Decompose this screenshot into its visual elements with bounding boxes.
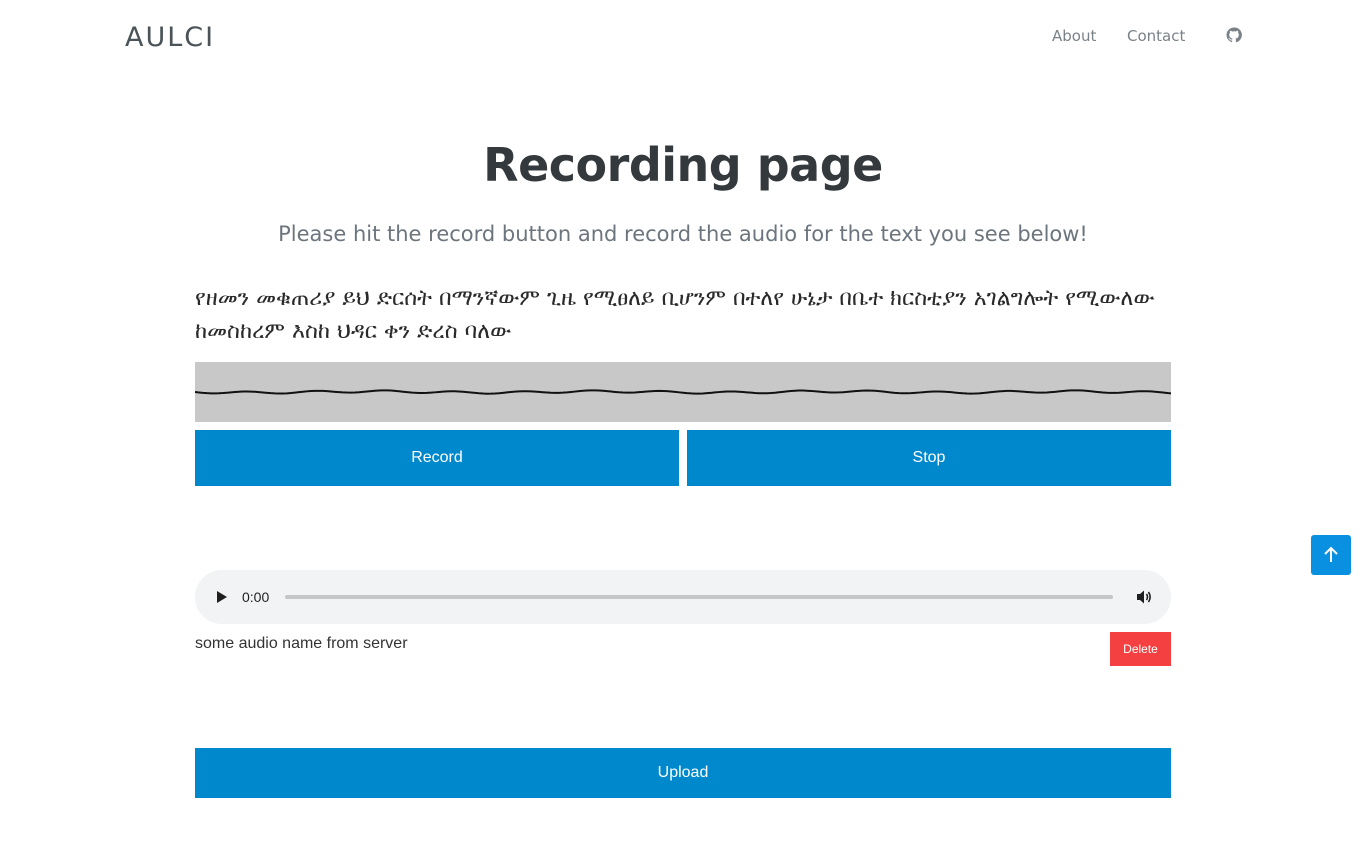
- scroll-to-top-button[interactable]: [1311, 535, 1351, 575]
- navbar: AULCI About Contact: [0, 0, 1366, 80]
- stop-button[interactable]: Stop: [687, 430, 1171, 486]
- prompt-text: የዘመን መቁጠሪያ ይህ ድርሰት በማንኛውም ጊዜ የሚፀለይ ቢሆንም …: [195, 286, 1155, 344]
- audio-player[interactable]: 0:00: [195, 570, 1171, 624]
- audio-file-name: some audio name from server: [195, 635, 408, 652]
- record-button[interactable]: Record: [195, 430, 679, 486]
- volume-icon[interactable]: [1134, 587, 1154, 607]
- nav-link-about[interactable]: About: [1052, 27, 1096, 45]
- nav-link-contact[interactable]: Contact: [1127, 27, 1185, 45]
- github-icon[interactable]: [1226, 27, 1242, 43]
- audio-progress-bar[interactable]: [285, 595, 1113, 599]
- upload-button[interactable]: Upload: [195, 748, 1171, 798]
- play-icon[interactable]: [211, 587, 231, 607]
- page-subtitle: Please hit the record button and record …: [278, 222, 1088, 246]
- page-title: Recording page: [483, 138, 883, 192]
- waveform-display: [195, 362, 1171, 422]
- brand-logo[interactable]: AULCI: [125, 22, 215, 53]
- arrow-up-icon: [1324, 546, 1338, 562]
- waveform-line: [195, 389, 1171, 395]
- audio-time: 0:00: [242, 589, 270, 605]
- delete-button[interactable]: Delete: [1110, 632, 1171, 666]
